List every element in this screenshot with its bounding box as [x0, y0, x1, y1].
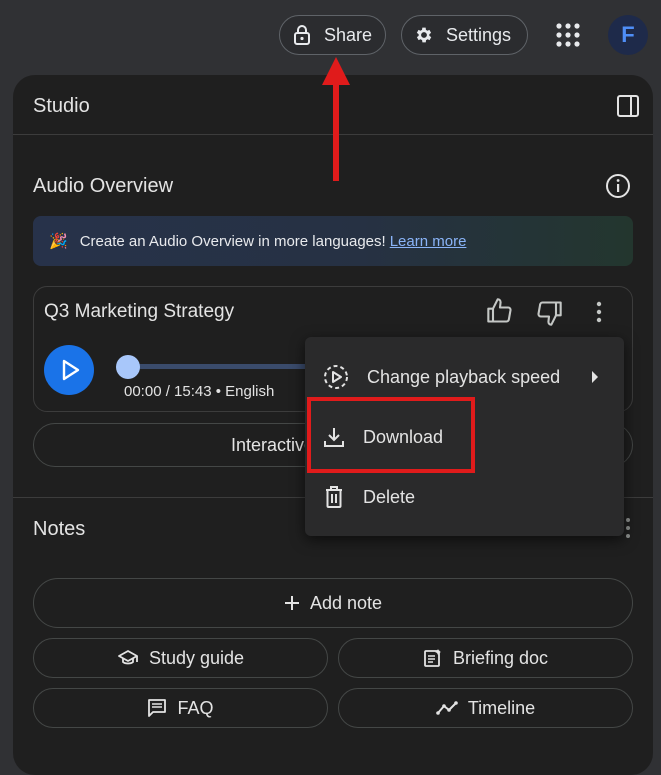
gear-icon [416, 27, 432, 43]
progress-track[interactable] [124, 364, 309, 369]
timeline-label: Timeline [467, 697, 536, 718]
apps-grid-icon[interactable] [555, 22, 581, 48]
timeline-icon [436, 701, 458, 715]
avatar-letter: F [621, 22, 635, 47]
timeline-button[interactable]: Timeline [338, 688, 633, 728]
faq-label: FAQ [177, 697, 214, 718]
share-button[interactable]: Share [279, 15, 386, 55]
avatar[interactable]: F [608, 15, 648, 55]
menu-item-label: Change playback speed [367, 366, 561, 387]
studio-title: Studio [33, 95, 90, 117]
learn-more-link[interactable]: Learn more [390, 233, 467, 250]
play-icon [62, 359, 80, 381]
annotation-arrow-icon [322, 57, 350, 181]
more-vert-icon[interactable] [590, 301, 608, 323]
menu-item-delete[interactable]: Delete [305, 467, 624, 527]
panel-toggle-icon[interactable] [616, 94, 640, 118]
graduation-cap-icon [118, 650, 138, 665]
share-label: Share [324, 24, 373, 45]
audio-time: 00:00 / 15:43 • English [124, 383, 275, 400]
info-icon[interactable] [605, 173, 631, 199]
study-guide-button[interactable]: Study guide [33, 638, 328, 678]
add-note-label: Add note [309, 592, 383, 613]
settings-label: Settings [446, 24, 512, 45]
document-icon [424, 649, 441, 667]
playback-speed-icon [324, 365, 348, 389]
progress-thumb[interactable] [116, 355, 140, 379]
plus-icon [284, 596, 299, 610]
lock-icon [294, 25, 310, 45]
notes-heading: Notes [33, 518, 86, 540]
download-highlight-box [307, 397, 475, 473]
briefing-doc-button[interactable]: Briefing doc [338, 638, 633, 678]
settings-button[interactable]: Settings [401, 15, 528, 55]
audio-title: Q3 Marketing Strategy [44, 301, 235, 322]
briefing-doc-label: Briefing doc [452, 647, 549, 668]
thumbs-down-icon[interactable] [535, 299, 563, 327]
language-banner: 🎉 Create an Audio Overview in more langu… [33, 216, 633, 266]
trash-icon [326, 486, 342, 508]
banner-text: Create an Audio Overview in more languag… [79, 232, 386, 250]
audio-overview-heading: Audio Overview [33, 175, 174, 197]
menu-item-label: Delete [363, 486, 416, 507]
play-button[interactable] [44, 345, 94, 395]
add-note-button[interactable]: Add note [33, 578, 633, 628]
faq-button[interactable]: FAQ [33, 688, 328, 728]
thumbs-up-icon[interactable] [486, 297, 514, 325]
sparkle-icon: 🎉 [49, 233, 68, 250]
chat-icon [148, 699, 167, 717]
study-guide-label: Study guide [148, 647, 245, 668]
chevron-right-icon [592, 371, 598, 383]
